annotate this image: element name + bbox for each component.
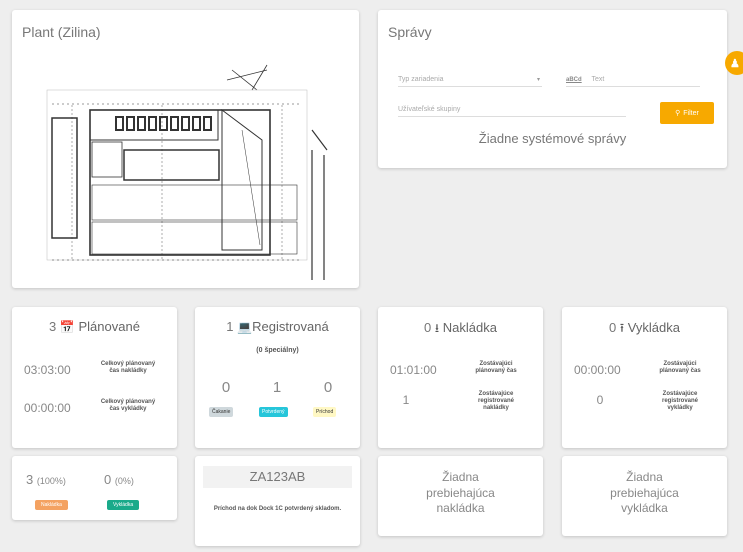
loading-label: Nakládka [442,320,497,335]
user-group-select[interactable]: Užívateľské skupiny [398,106,626,117]
planned-card[interactable]: 3 📅 Plánované 03:03:00 Celkový plánovaný… [12,307,177,448]
no-messages-text: Žiadne systémové správy [478,131,627,146]
status-confirmed-badge[interactable]: Potvrdený [259,407,288,417]
no-loading-text: Žiadna prebiehajúca nakládka [426,470,495,516]
user-group-placeholder: Užívateľské skupiny [398,106,461,113]
loading-share-count: 3 [26,472,34,487]
loading-share-value: 3 (100%) [26,472,66,487]
plant-card: Plant (Zilina) [12,10,359,288]
registered-special: (0 špeciálny) [256,347,299,354]
text-placeholder: Text [591,76,605,83]
planned-loading-label: Celkový plánovaný čas nakládky [100,361,156,375]
loading-remaining-count-label: Zostávajúce registrované nakládky [477,391,514,412]
chevron-down-icon: ▾ [536,77,540,83]
plate-number: ZA123AB [203,466,352,488]
unloading-label: Vykládka [627,320,680,335]
registered-label: Registrovaná [252,319,329,334]
loading-share-badge: Nakládka [35,500,68,510]
status-arrival-count: 0 [323,379,333,396]
unloading-count: 0 [609,320,617,335]
planned-header: 3 📅 Plánované [12,319,177,334]
planned-unloading-label: Celkový plánovaný čas vykládky [100,399,156,413]
no-unloading-text: Žiadna prebiehajúca vykládka [610,470,679,516]
planned-label: Plánované [78,319,140,334]
no-unloading-card: Žiadna prebiehajúca vykládka [562,456,727,536]
plant-title: Plant (Zilina) [22,24,101,40]
loading-remaining-time: 01:01:00 [390,363,437,377]
unloading-remaining-count-label: Zostávajúce registrované vykládky [661,391,698,412]
status-waiting-badge[interactable]: Čakanie [209,407,234,417]
share-card[interactable]: 3 (100%) Nakládka 0 (0%) Vykládka [12,456,177,520]
unloading-remaining-time-label: Zostávajúci plánovaný čas [659,361,701,375]
plate-card[interactable]: ZA123AB Príchod na dok Dock 1C potvrdený… [195,456,360,546]
laptop-icon: 💻 [237,320,253,334]
planned-loading-time: 03:03:00 [24,363,71,377]
unloading-card[interactable]: 0 ⭱ Vykládka 00:00:00 Zostávajúci plánov… [562,307,727,448]
unloading-header: 0 ⭱ Vykládka [562,319,727,340]
filter-label: Filter [683,109,699,117]
device-type-select[interactable]: Typ zariadenia ▾ [398,76,542,87]
unloading-share-badge: Vykládka [107,500,140,510]
planned-count: 3 [49,319,57,334]
loading-remaining-time-label: Zostávajúci plánovaný čas [475,361,517,375]
registered-header: 1 💻Registrovaná [195,319,360,334]
device-type-placeholder: Typ zariadenia [398,76,444,83]
calendar-icon: 📅 [59,320,75,334]
loading-header: 0 ⭳ Nakládka [378,319,543,340]
filter-button[interactable]: ⚲ Filter [660,102,714,124]
registered-count: 1 [226,319,234,334]
person-icon[interactable]: ♟ [725,51,743,75]
messages-card: Správy Typ zariadenia ▾ aBCd Text Užívat… [378,10,727,168]
floor-plan-image[interactable] [12,10,359,288]
status-arrival-badge[interactable]: Príchod [313,407,337,417]
unloading-share-pct: (0%) [114,476,134,486]
unloading-remaining-time: 00:00:00 [574,363,621,377]
unloading-share-value: 0 (0%) [104,472,134,487]
text-search-input[interactable]: aBCd Text [566,76,700,87]
text-format-icon: aBCd [566,77,582,83]
unloading-share-count: 0 [104,472,112,487]
status-waiting-count: 0 [221,379,231,396]
registered-card[interactable]: 1 💻Registrovaná (0 špeciálny) 0 1 0 Čaka… [195,307,360,448]
loading-share-pct: (100%) [36,476,66,486]
plate-message: Príchod na dok Dock 1C potvrdený skladom… [213,506,342,512]
loading-remaining-count: 1 [402,393,410,407]
unloading-remaining-count: 0 [596,393,604,407]
loading-count: 0 [424,320,432,335]
download-icon: ⭳ [434,321,440,335]
status-confirmed-count: 1 [272,379,282,396]
search-icon: ⚲ [675,110,681,117]
planned-unloading-time: 00:00:00 [24,401,71,415]
no-loading-card: Žiadna prebiehajúca nakládka [378,456,543,536]
upload-icon: ⭱ [619,321,625,335]
messages-title: Správy [388,24,432,40]
loading-card[interactable]: 0 ⭳ Nakládka 01:01:00 Zostávajúci plánov… [378,307,543,448]
